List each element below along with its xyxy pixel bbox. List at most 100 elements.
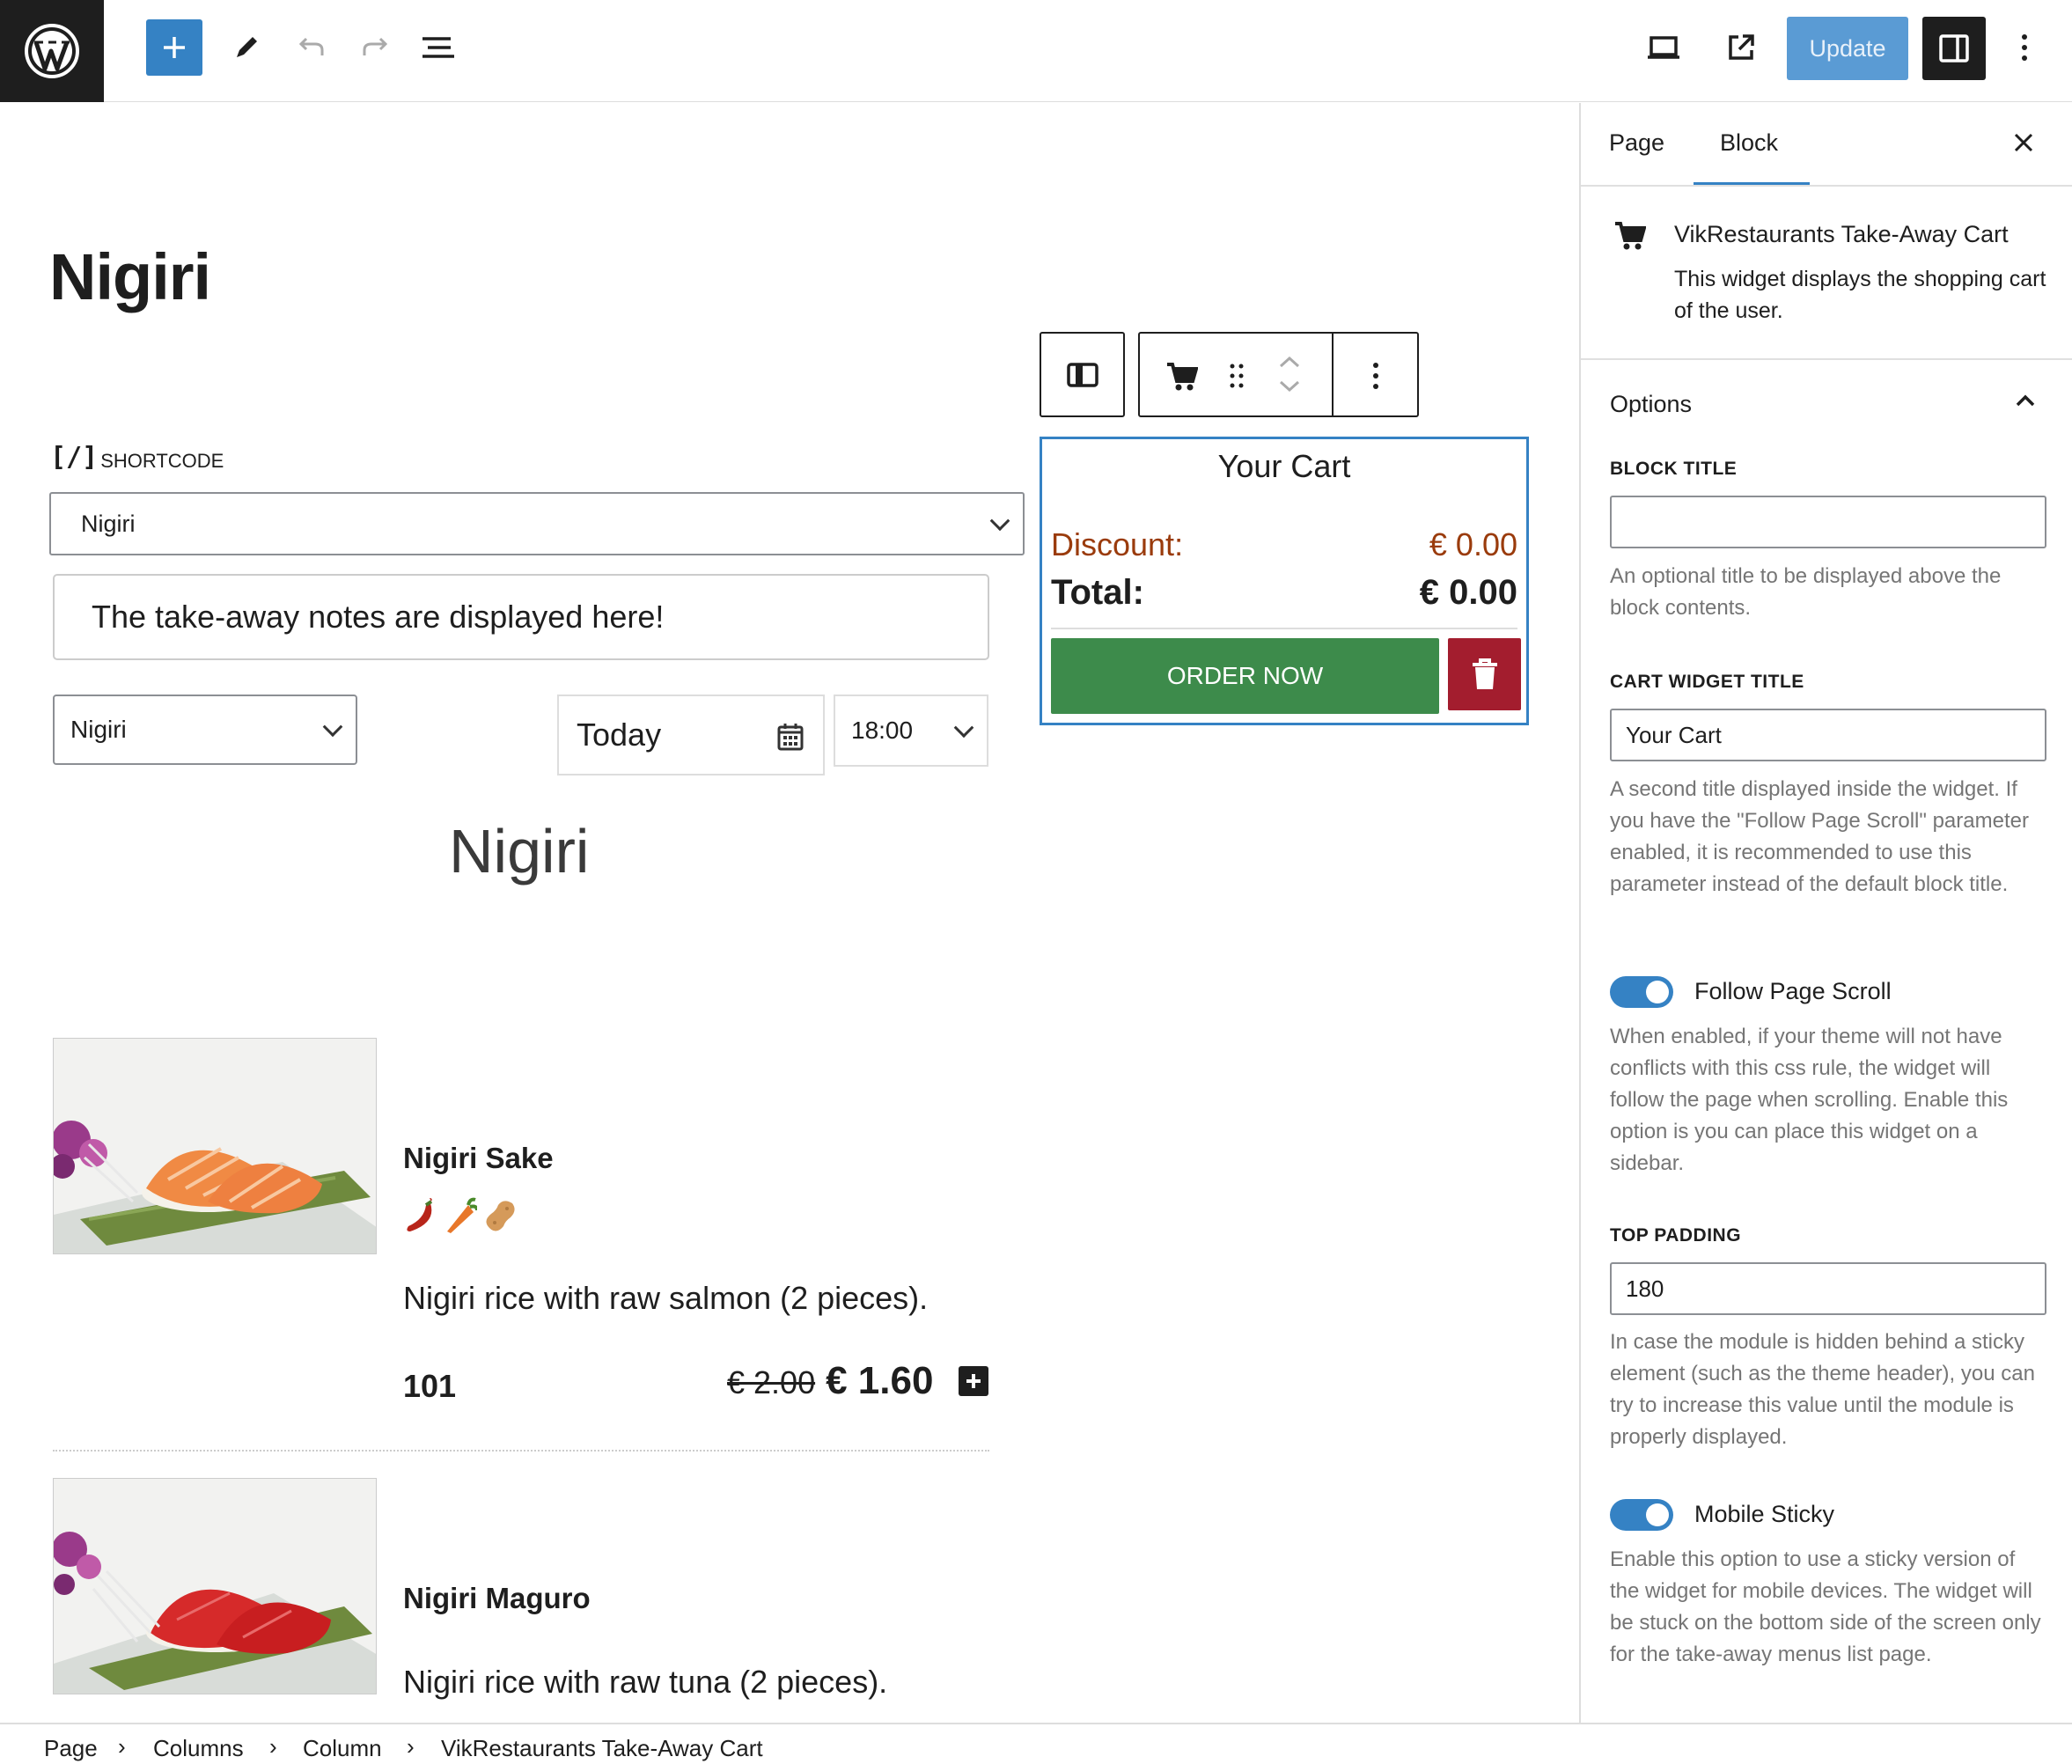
total-label: Total: bbox=[1051, 573, 1144, 612]
calendar-icon[interactable] bbox=[777, 723, 804, 751]
columns-icon bbox=[1066, 362, 1098, 387]
cart-icon[interactable] bbox=[1166, 362, 1198, 392]
item-image-nigiri-maguro[interactable] bbox=[53, 1478, 377, 1694]
editor-canvas: Nigiri [/] SHORTCODE Nigiri The take-awa… bbox=[0, 103, 1578, 1723]
block-title-help: An optional title to be displayed above … bbox=[1610, 564, 2002, 620]
page-title[interactable]: Nigiri bbox=[49, 239, 211, 314]
plus-icon bbox=[966, 1374, 981, 1388]
chevron-right-icon: › bbox=[118, 1733, 126, 1760]
item-description: Nigiri rice with raw tuna (2 pieces). bbox=[403, 1664, 888, 1700]
item-description: Nigiri rice with raw salmon (2 pieces). bbox=[403, 1280, 929, 1316]
more-vertical-icon[interactable] bbox=[1371, 360, 1380, 392]
add-block-button[interactable] bbox=[146, 19, 202, 76]
select-parent-button[interactable] bbox=[1040, 332, 1125, 417]
time-value: 18:00 bbox=[851, 717, 914, 744]
wordpress-icon bbox=[25, 24, 79, 78]
block-title-label: BLOCK TITLE bbox=[1610, 459, 1738, 479]
shortcode-select[interactable]: Nigiri bbox=[49, 492, 1025, 555]
shortcode-label-text: SHORTCODE bbox=[100, 450, 224, 472]
discount-label: Discount: bbox=[1051, 526, 1184, 562]
desktop-icon bbox=[1648, 36, 1679, 59]
follow-page-scroll-help: When enabled, if your theme will not hav… bbox=[1610, 1025, 2009, 1175]
undo-button[interactable] bbox=[283, 19, 340, 76]
cart-icon bbox=[1615, 222, 1646, 250]
chevron-right-icon: › bbox=[407, 1733, 415, 1760]
total-value: € 0.00 bbox=[1419, 573, 1517, 612]
pencil-icon bbox=[237, 37, 257, 57]
cart-widget-title-label: CART WIDGET TITLE bbox=[1610, 672, 1804, 692]
cart-widget-title-help: A second title displayed inside the widg… bbox=[1610, 777, 2029, 896]
update-button[interactable]: Update bbox=[1787, 17, 1908, 80]
edit-tool-button[interactable] bbox=[218, 19, 275, 76]
block-name: VikRestaurants Take-Away Cart bbox=[1674, 221, 2009, 247]
chevron-up-icon[interactable] bbox=[2014, 392, 2037, 409]
block-title-input[interactable] bbox=[1610, 496, 2046, 548]
item-old-price: € 2.00 bbox=[727, 1364, 816, 1400]
list-view-icon bbox=[422, 37, 454, 58]
discount-value: € 0.00 bbox=[1429, 526, 1517, 562]
options-panel-title[interactable]: Options bbox=[1610, 391, 1692, 418]
chevron-down-icon bbox=[953, 717, 974, 739]
menu-select-value: Nigiri bbox=[70, 716, 127, 743]
chevron-right-icon: › bbox=[269, 1733, 277, 1760]
item-name: Nigiri Maguro bbox=[403, 1582, 591, 1614]
breadcrumb-item[interactable]: Column bbox=[303, 1735, 382, 1762]
settings-toggle-button[interactable] bbox=[1922, 17, 1986, 80]
redo-button[interactable] bbox=[347, 19, 403, 76]
shortcode-select-value: Nigiri bbox=[81, 510, 136, 537]
salmon-nigiri-image bbox=[54, 1039, 376, 1253]
wordpress-logo-button[interactable] bbox=[0, 0, 104, 102]
cart-widget-title-input[interactable]: Your Cart bbox=[1610, 709, 2046, 761]
editor-top-bar: Update bbox=[0, 0, 2072, 102]
cart-discount-row: Discount: € 0.00 bbox=[1051, 526, 1517, 563]
cart-total-row: Total: € 0.00 bbox=[1051, 573, 1517, 613]
chevron-down-icon bbox=[989, 511, 1010, 532]
undo-icon bbox=[298, 37, 324, 55]
move-up-icon[interactable] bbox=[1276, 353, 1303, 371]
breadcrumb-item[interactable]: Page bbox=[44, 1735, 98, 1762]
move-down-icon[interactable] bbox=[1276, 378, 1303, 395]
breadcrumb-item[interactable]: VikRestaurants Take-Away Cart bbox=[441, 1735, 763, 1762]
item-image-nigiri-sake[interactable] bbox=[53, 1038, 377, 1254]
plus-icon bbox=[164, 37, 185, 58]
item-price-row: € 2.00 € 1.60 bbox=[727, 1359, 933, 1403]
sidebar-icon bbox=[1939, 34, 1969, 62]
top-padding-input[interactable]: 180 bbox=[1610, 1262, 2046, 1315]
add-to-cart-button[interactable] bbox=[959, 1366, 988, 1396]
cart-widget-block[interactable]: Your Cart Discount: € 0.00 Total: € 0.00… bbox=[1040, 437, 1529, 725]
top-padding-label: TOP PADDING bbox=[1610, 1225, 1742, 1246]
document-overview-button[interactable] bbox=[410, 19, 467, 76]
peanut-icon bbox=[486, 1201, 515, 1231]
breadcrumb: Page › Columns › Column › VikRestaurants… bbox=[0, 1723, 2072, 1764]
breadcrumb-item[interactable]: Columns bbox=[153, 1735, 244, 1762]
item-code: 101 bbox=[403, 1368, 457, 1404]
close-icon[interactable] bbox=[2012, 131, 2035, 154]
top-padding-help: In case the module is hidden behind a st… bbox=[1610, 1330, 2035, 1449]
options-menu-button[interactable] bbox=[1996, 19, 2053, 76]
cart-title: Your Cart bbox=[1217, 448, 1351, 484]
chili-icon bbox=[407, 1198, 433, 1231]
trash-icon bbox=[1472, 658, 1497, 689]
view-page-button[interactable] bbox=[1713, 19, 1769, 76]
item-name: Nigiri Sake bbox=[403, 1142, 554, 1174]
tabs-divider bbox=[1581, 185, 2072, 187]
settings-sidebar: Page Block VikRestaurants Take-Away Cart… bbox=[1579, 103, 2072, 1723]
tab-block[interactable]: Block bbox=[1720, 129, 1778, 157]
menu-select[interactable]: Nigiri bbox=[53, 695, 357, 765]
mobile-sticky-toggle[interactable] bbox=[1610, 1499, 1673, 1531]
empty-cart-button[interactable] bbox=[1448, 638, 1521, 710]
preview-button[interactable] bbox=[1635, 19, 1692, 76]
tab-page[interactable]: Page bbox=[1609, 129, 1664, 157]
order-now-button[interactable]: ORDER NOW bbox=[1051, 638, 1439, 714]
time-select[interactable]: 18:00 bbox=[834, 695, 988, 767]
drag-handle-icon[interactable] bbox=[1228, 363, 1245, 389]
follow-page-scroll-label: Follow Page Scroll bbox=[1694, 978, 1892, 1004]
shortcode-block-label: [/] SHORTCODE bbox=[50, 442, 224, 473]
date-input[interactable]: Today bbox=[557, 695, 825, 775]
shortcode-icon: [/] bbox=[50, 442, 99, 473]
menu-heading: Nigiri bbox=[449, 817, 590, 886]
mobile-sticky-label: Mobile Sticky bbox=[1694, 1501, 1835, 1527]
follow-page-scroll-toggle[interactable] bbox=[1610, 976, 1673, 1008]
tuna-nigiri-image bbox=[54, 1479, 376, 1694]
takeaway-notes: The take-away notes are displayed here! bbox=[53, 574, 989, 660]
